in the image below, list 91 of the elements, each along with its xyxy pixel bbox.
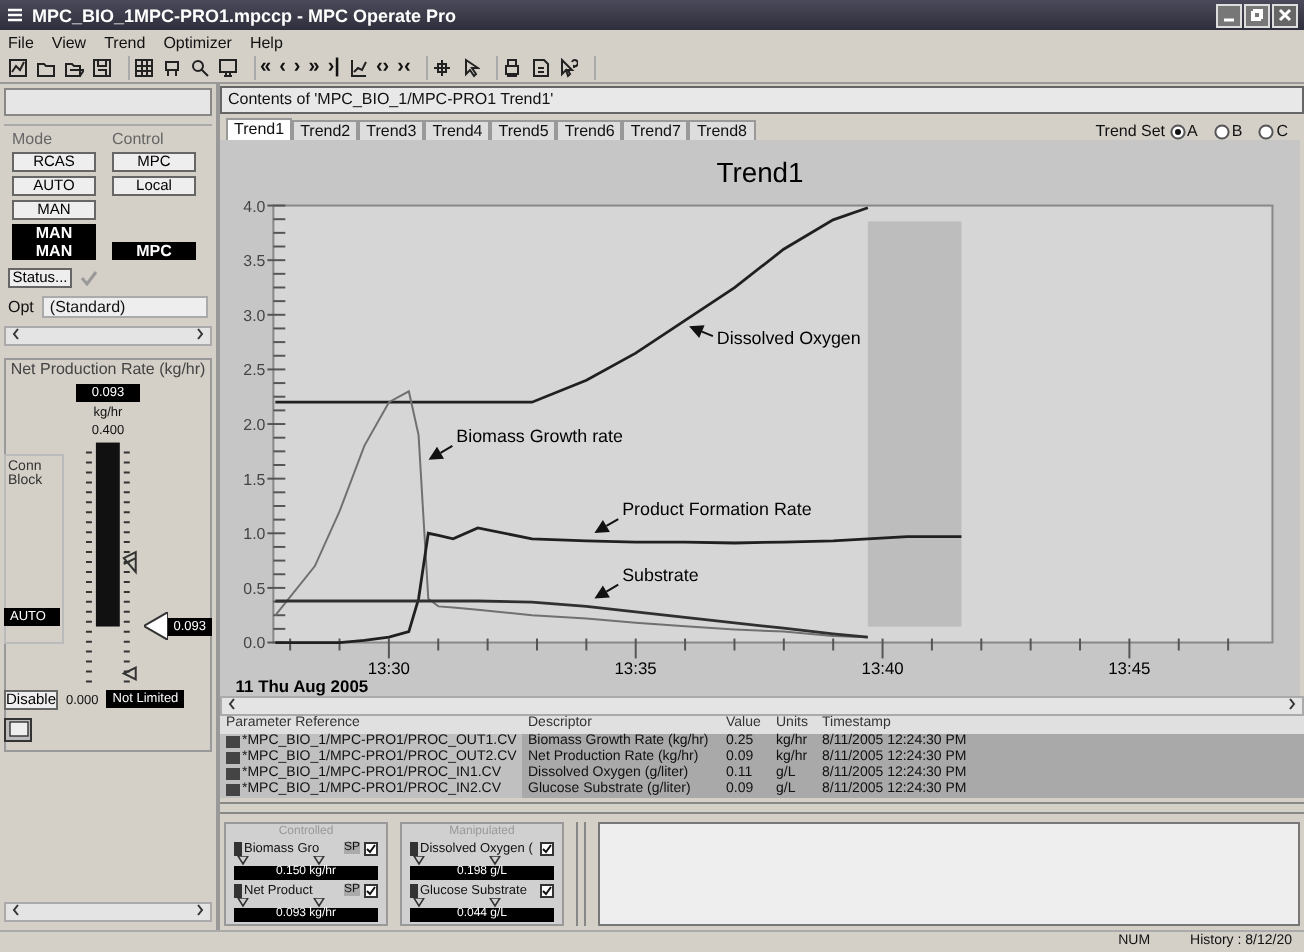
axes-icon[interactable] xyxy=(347,58,368,78)
close-icon xyxy=(1278,8,1292,22)
folder-icon[interactable] xyxy=(36,58,56,78)
y-tick-label: 3.5 xyxy=(243,252,266,271)
annotation-label: Substrate xyxy=(622,564,699,585)
scroll-right-icon[interactable] xyxy=(1288,698,1296,711)
scrollbar[interactable] xyxy=(4,902,212,922)
annotation-label: Biomass Growth rate xyxy=(456,425,623,446)
trend-tab[interactable]: Trend3 xyxy=(358,120,425,140)
checkbox[interactable] xyxy=(364,841,378,856)
save-icon[interactable] xyxy=(92,58,112,78)
opt-label: Opt xyxy=(8,298,34,316)
x-tick-label: 13:30 xyxy=(367,658,410,679)
menu-item[interactable]: Help xyxy=(249,33,283,51)
grid-icon[interactable] xyxy=(134,58,154,78)
minimize-button[interactable] xyxy=(1216,3,1242,27)
annotation-arrow xyxy=(428,444,454,460)
scroll-right-icon[interactable] xyxy=(196,904,204,916)
restore-icon xyxy=(1250,8,1264,22)
mode-label: Mode xyxy=(12,130,55,148)
trend-set-radio[interactable]: A xyxy=(1169,122,1198,140)
scroll-left-icon[interactable] xyxy=(228,698,236,711)
checkbox[interactable] xyxy=(540,883,554,898)
y-tick-label: 4.0 xyxy=(243,197,266,216)
scrollbar[interactable] xyxy=(220,696,1304,717)
chart-icon[interactable] xyxy=(8,58,28,78)
menu-item[interactable]: View xyxy=(51,33,87,51)
window-title: MPC_BIO_1MPC-PRO1.mpccp - MPC Operate Pro xyxy=(32,5,457,25)
y-tick-label: 3.0 xyxy=(243,306,266,325)
scrollbar[interactable] xyxy=(4,326,212,346)
trend-tab[interactable]: Trend6 xyxy=(556,120,623,140)
trend-set-radio[interactable]: B xyxy=(1213,122,1243,140)
toolbar-button[interactable]: ‹ xyxy=(279,58,286,78)
help-icon[interactable] xyxy=(558,58,579,78)
zoom-icon[interactable] xyxy=(190,58,210,78)
y-tick-label: 1.0 xyxy=(243,525,266,544)
control-display: MPC xyxy=(112,242,196,260)
faceplate-title: Net Production Rate (kg/hr) xyxy=(10,360,206,378)
scroll-right-icon[interactable] xyxy=(196,328,204,340)
trend-tab[interactable]: Trend7 xyxy=(622,120,689,140)
annotation-arrow xyxy=(594,518,620,533)
date-label: 11 Thu Aug 2005 xyxy=(235,676,369,697)
menu-item[interactable]: Trend xyxy=(104,33,146,51)
cursor-icon[interactable] xyxy=(460,58,481,78)
check-icon xyxy=(80,270,98,286)
menu-item[interactable]: File xyxy=(8,33,34,51)
x-tick-label: 13:35 xyxy=(614,658,657,679)
x-tick-label: 13:45 xyxy=(1108,658,1151,679)
contents-field: Contents of 'MPC_BIO_1/MPC-PRO1 Trend1' xyxy=(220,86,1304,114)
checkbox[interactable] xyxy=(364,883,378,898)
control-label: Control xyxy=(112,130,166,148)
annotation-arrow xyxy=(689,325,714,338)
toolbar-button[interactable]: » xyxy=(308,58,320,78)
toolbar-button[interactable]: ›| xyxy=(327,58,340,78)
toolbar-button[interactable]: ›‹ xyxy=(397,58,411,78)
trend-set-label: Trend Set xyxy=(1095,122,1166,140)
crosshair-icon[interactable] xyxy=(432,58,453,78)
open-folder-icon[interactable] xyxy=(64,58,84,78)
window-icon[interactable] xyxy=(4,718,32,742)
trend-tab[interactable]: Trend8 xyxy=(688,120,755,140)
preview-icon[interactable] xyxy=(530,58,551,78)
trend-tab[interactable]: Trend5 xyxy=(490,120,557,140)
trend-tab[interactable]: Trend2 xyxy=(292,120,359,140)
y-tick-label: 0.0 xyxy=(243,634,266,653)
menu-item[interactable]: Optimizer xyxy=(163,33,232,51)
toolbar-button[interactable]: ‹› xyxy=(375,58,390,78)
annotation-arrow xyxy=(594,583,620,599)
y-tick-label: 0.5 xyxy=(243,579,266,598)
trend-tab[interactable]: Trend1 xyxy=(226,118,293,140)
annotation-label: Dissolved Oxygen xyxy=(716,328,861,349)
annotation-label: Product Formation Rate xyxy=(622,499,812,520)
app-icon xyxy=(6,6,24,24)
print-icon[interactable] xyxy=(502,58,523,78)
chart-title: Trend1 xyxy=(716,155,804,188)
pointer-icon xyxy=(143,612,168,641)
y-tick-label: 2.0 xyxy=(243,416,266,434)
empty-field[interactable] xyxy=(4,88,212,116)
close-button[interactable] xyxy=(1272,3,1298,27)
scroll-left-icon[interactable] xyxy=(12,904,20,916)
y-tick-label: 1.5 xyxy=(243,470,266,489)
scroll-left-icon[interactable] xyxy=(12,328,20,340)
trend-tab[interactable]: Trend4 xyxy=(424,120,491,140)
maximize-button[interactable] xyxy=(1244,3,1270,27)
checkbox[interactable] xyxy=(540,841,554,856)
toolbar-button[interactable]: › xyxy=(293,58,301,78)
x-tick-label: 13:40 xyxy=(861,658,904,679)
monitor-icon[interactable] xyxy=(218,58,238,78)
mode-display: MAN MAN xyxy=(12,224,96,260)
y-tick-label: 2.5 xyxy=(243,361,266,380)
opt-dropdown[interactable]: (Standard) xyxy=(41,296,208,318)
toolbar-button[interactable]: « xyxy=(260,58,272,78)
